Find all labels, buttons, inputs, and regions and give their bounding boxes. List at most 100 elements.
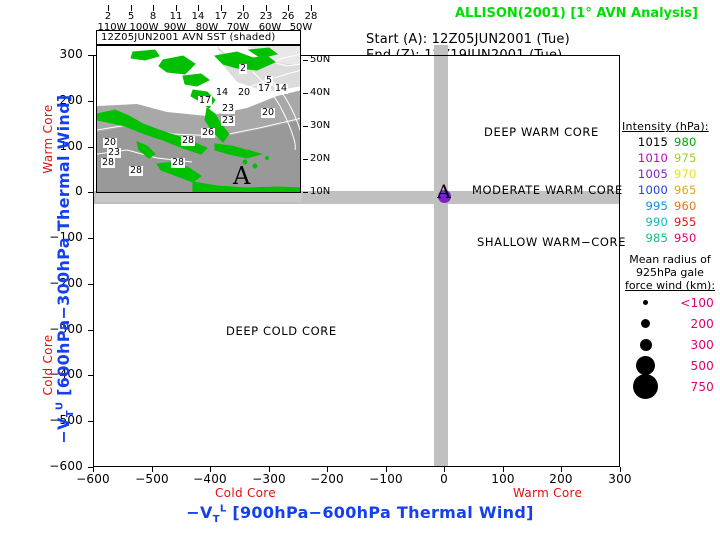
radius-legend-label-750: 750 bbox=[690, 379, 714, 394]
y-tick--300 bbox=[88, 330, 93, 331]
y-axis-title-sup: U bbox=[54, 401, 66, 411]
y-axis-warm-core-label: Warm Core bbox=[41, 104, 55, 174]
intensity-legend-row: 1015 980 bbox=[622, 135, 716, 149]
y-tick--600 bbox=[88, 467, 93, 468]
y-axis-title: −VTU [600hPa−300hPa Thermal Wind] bbox=[54, 19, 76, 519]
radius-legend-row: 500 bbox=[622, 355, 718, 376]
inset-sst-tick-label-23: 23 bbox=[259, 11, 273, 22]
radius-legend-label-500: 500 bbox=[690, 358, 714, 373]
legend-panel: Intensity (hPa): 1015 980 1010 975 1005 970 10… bbox=[622, 120, 720, 399]
intensity-legend-row: 1000 965 bbox=[622, 183, 716, 197]
intensity-value-990: 990 bbox=[645, 215, 668, 229]
intensity-legend-row: 1010 975 bbox=[622, 151, 716, 165]
y-axis-cold-core-label: Cold Core bbox=[41, 334, 55, 396]
inset-lat-tick-40N bbox=[303, 93, 308, 94]
y-axis-title-pre: −V bbox=[53, 417, 73, 444]
x-axis-warm-core-label: Warm Core bbox=[513, 486, 583, 500]
inset-latitude-label-50N: 50N bbox=[310, 54, 331, 65]
intensity-value-1005: 1005 bbox=[637, 167, 668, 181]
radius-dot-cell bbox=[622, 338, 670, 351]
x-axis-cold-core-label: Cold Core bbox=[215, 486, 276, 500]
radius-marker-500 bbox=[636, 356, 656, 375]
inset-latitude-label-30N: 30N bbox=[310, 120, 331, 131]
quadrant-label-deep-cold-core: DEEP COLD CORE bbox=[226, 324, 337, 338]
inset-sst-tick-label-26: 26 bbox=[281, 11, 295, 22]
x-axis-title-sub: T bbox=[212, 514, 220, 526]
sst-label-23b: 23 bbox=[221, 115, 236, 126]
radius-marker-200 bbox=[641, 319, 651, 328]
intensity-value-965: 965 bbox=[674, 183, 697, 197]
inset-title: 12Z05JUN2001 AVN SST (shaded) bbox=[101, 32, 276, 43]
radius-legend-label-300: 300 bbox=[690, 337, 714, 352]
radius-legend-label-<100: <100 bbox=[680, 295, 714, 310]
radius-legend-header-line2: 925hPa gale bbox=[636, 266, 704, 279]
inset-latitude-label-40N: 40N bbox=[310, 87, 331, 98]
inset-top-axis: 2 5 8 11 14 17 20 23 26 28 110W 100W 90W 80W 70W 60W 50W bbox=[96, 2, 326, 33]
x-tick-label--400: −400 bbox=[193, 472, 227, 486]
inset-lat-tick-30N bbox=[303, 126, 308, 127]
radius-marker-300 bbox=[639, 338, 652, 351]
quadrant-label-moderate-warm-core: MODERATE WARM CORE bbox=[472, 183, 623, 197]
x-axis-title: −VTL [900hPa−600hPa Thermal Wind] bbox=[0, 503, 720, 525]
sst-label-2: 2 bbox=[239, 63, 248, 74]
radius-legend-label-200: 200 bbox=[690, 316, 714, 331]
sst-label-28: 28 bbox=[181, 135, 196, 146]
inset-lat-tick-20N bbox=[303, 159, 308, 160]
sst-label-14: 14 bbox=[215, 87, 230, 98]
quadrant-label-deep-warm-core: DEEP WARM CORE bbox=[484, 125, 599, 139]
inset-sst-tick-label-11: 11 bbox=[169, 11, 183, 22]
storm-data-point-label: A bbox=[437, 181, 451, 203]
radius-dot-cell bbox=[622, 356, 670, 375]
radius-legend-rows: <100 200 300 500 750 bbox=[622, 292, 720, 399]
inset-sst-tick-label-2: 2 bbox=[104, 11, 112, 22]
intensity-value-950: 950 bbox=[674, 231, 697, 245]
inset-sst-tick-label-28: 28 bbox=[304, 11, 318, 22]
intensity-value-955: 955 bbox=[674, 215, 697, 229]
y-tick-0 bbox=[88, 192, 93, 193]
x-tick-label--200: −200 bbox=[310, 472, 344, 486]
inset-sst-tick-label-20: 20 bbox=[236, 11, 250, 22]
intensity-value-970: 970 bbox=[674, 167, 697, 181]
intensity-value-1000: 1000 bbox=[637, 183, 668, 197]
inset-lat-tick-50N bbox=[303, 60, 308, 61]
inset-sst-tick-label-8: 8 bbox=[149, 11, 157, 22]
y-tick--200 bbox=[88, 284, 93, 285]
x-tick-label--100: −100 bbox=[369, 472, 403, 486]
zero-vertical-band bbox=[434, 56, 448, 466]
sst-label-17b: 17 bbox=[257, 83, 272, 94]
y-axis-title-sub: T bbox=[65, 410, 77, 418]
y-axis-title-post: [600hPa−300hPa Thermal Wind] bbox=[53, 94, 73, 402]
inset-sst-tick-label-17: 17 bbox=[214, 11, 228, 22]
intensity-value-985: 985 bbox=[645, 231, 668, 245]
radius-dot-cell bbox=[622, 300, 670, 305]
sst-label-26: 26 bbox=[201, 127, 216, 138]
sst-label-20b: 20 bbox=[261, 107, 276, 118]
inset-map-graphic bbox=[97, 46, 300, 192]
sst-label-28b: 28 bbox=[101, 157, 116, 168]
x-tick-label-0: 0 bbox=[440, 472, 448, 486]
y-tick--100 bbox=[88, 238, 93, 239]
sst-label-14b: 14 bbox=[274, 83, 289, 94]
inset-latitude-label-20N: 20N bbox=[310, 153, 331, 164]
x-axis-title-sup: L bbox=[219, 503, 227, 515]
y-tick-100 bbox=[88, 147, 93, 148]
sst-label-23: 23 bbox=[221, 103, 236, 114]
radius-legend-row: <100 bbox=[622, 292, 718, 313]
x-tick-label--500: −500 bbox=[135, 472, 169, 486]
y-tick-300 bbox=[88, 55, 93, 56]
x-tick-label--300: −300 bbox=[252, 472, 286, 486]
inset-colorbar bbox=[96, 193, 302, 202]
inset-sst-tick-label-5: 5 bbox=[127, 11, 135, 22]
sst-label-17: 17 bbox=[198, 95, 213, 106]
intensity-value-980: 980 bbox=[674, 135, 697, 149]
intensity-legend-header: Intensity (hPa): bbox=[622, 120, 709, 133]
y-tick-200 bbox=[88, 101, 93, 102]
radius-legend-header: Mean radius of 925hPa gale force wind (k… bbox=[622, 253, 718, 292]
radius-legend-row: 300 bbox=[622, 334, 718, 355]
radius-legend-row: 750 bbox=[622, 374, 718, 399]
page-title: ALLISON(2001) [1° AVN Analysis] bbox=[455, 6, 698, 21]
radius-marker-<100 bbox=[643, 300, 649, 305]
intensity-value-1015: 1015 bbox=[637, 135, 668, 149]
inset-sst-tick-label-14: 14 bbox=[191, 11, 205, 22]
inset-sst-map: 2 5 14 17 14 20 17 20 23 23 26 28 20 23 … bbox=[96, 45, 301, 193]
